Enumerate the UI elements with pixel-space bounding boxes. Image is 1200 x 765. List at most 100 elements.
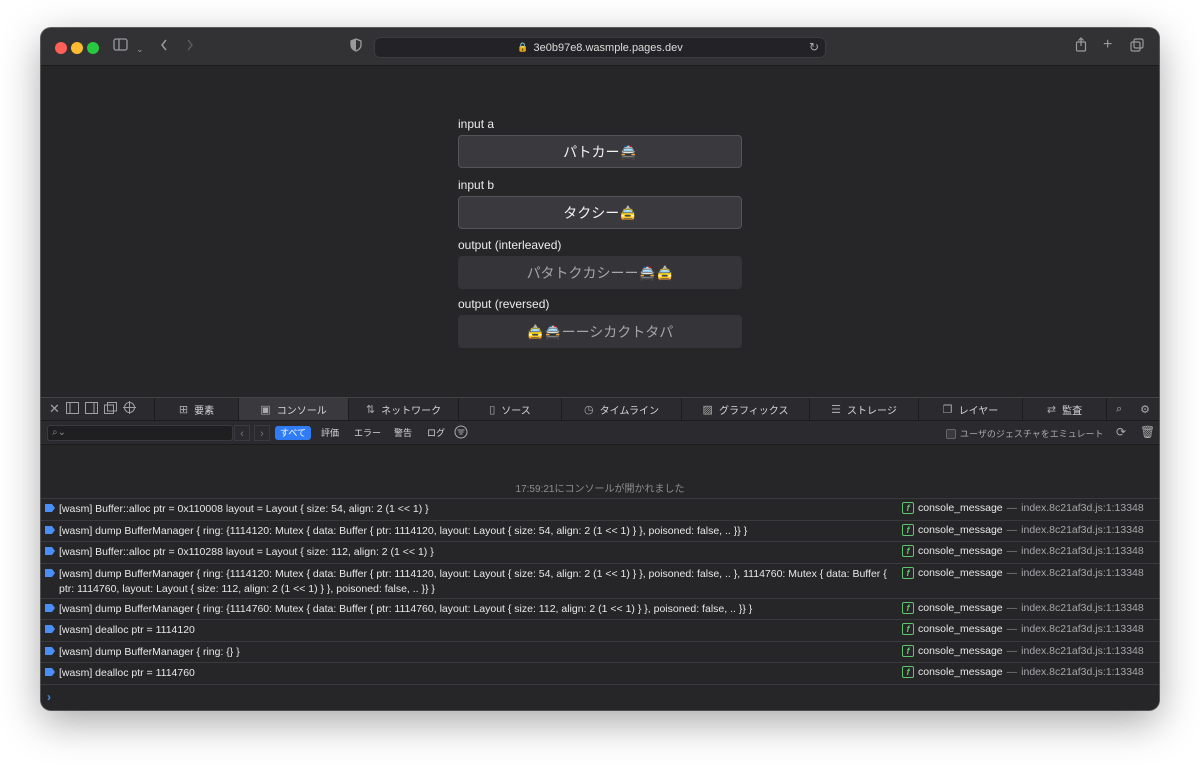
chevron-right-icon[interactable] [185,37,195,57]
title-bar: ⌄ 🔒 3e0b97e8.wasmple.pages.dev ↻ + [41,28,1159,66]
chevron-left-icon[interactable]: ‹ [234,425,250,441]
source-location-link[interactable]: index.8c21af3d.js:1:13348 [1021,545,1144,557]
console-message-source[interactable]: f console_message — index.8c21af3d.js:1:133… [902,502,1144,514]
tab-network[interactable]: ⇅ ネットワーク [349,398,459,420]
tab-sources[interactable]: ▯ ソース [459,398,562,420]
function-icon: f [902,602,914,614]
storage-icon: ☰ [831,403,842,416]
plus-icon[interactable]: + [1103,35,1112,55]
network-icon: ⇅ [365,403,376,416]
devtools-right-icons: ⌕ ⚙ [1107,398,1159,420]
console-filter-input[interactable]: ⌕⌄ [47,425,233,441]
search-icon[interactable]: ⌕ [1116,403,1122,416]
tab-overview-icon[interactable] [1130,37,1144,57]
tab-layers[interactable]: ❐ レイヤー [919,398,1023,420]
source-location-link[interactable]: index.8c21af3d.js:1:13348 [1021,666,1144,678]
level-warning-button[interactable]: 警告 [389,426,417,440]
source-location-link[interactable]: index.8c21af3d.js:1:13348 [1021,645,1144,657]
chevron-left-icon[interactable] [159,37,169,57]
filter-options-icon[interactable] [454,425,468,442]
page-content: input a パトカー🚔 input b タクシー🚖 output (inte… [41,67,1159,397]
output-interleaved-field: パタトクカシーー🚔🚖 [458,256,742,289]
share-icon[interactable] [1075,37,1087,57]
console-divider [41,684,1159,685]
source-name: console_message [918,545,1003,557]
emulate-gesture-label: ユーザのジェスチャをエミュレート [960,429,1104,439]
input-a-field[interactable]: パトカー🚔 [458,135,742,168]
lock-icon: 🔒 [517,42,529,52]
level-log-button[interactable]: ログ [422,426,450,440]
console-message: [wasm] dump BufferManager { ring: {11141… [41,520,1159,541]
shield-icon[interactable] [350,37,362,57]
dock-left-icon[interactable] [65,401,79,417]
console-message-text: [wasm] Buffer::alloc ptr = 0x110288 layo… [59,546,434,558]
graphics-icon: ▨ [702,403,713,416]
source-name: console_message [918,602,1003,614]
tab-console[interactable]: ▣ コンソール [239,398,349,420]
zoom-window-button[interactable] [87,42,99,54]
source-location-link[interactable]: index.8c21af3d.js:1:13348 [1021,524,1144,536]
source-location-link[interactable]: index.8c21af3d.js:1:13348 [1021,502,1144,514]
chevron-down-icon[interactable]: ⌄ [136,39,144,59]
console-message: [wasm] dealloc ptr = 1114120 f console_me… [41,619,1159,641]
tab-layers-label: レイヤー [958,405,999,417]
level-evaluation-button[interactable]: 評価 [316,426,344,440]
log-arrow-icon [45,668,55,676]
function-icon: f [902,545,914,557]
console-prompt-input[interactable]: › [47,690,51,704]
console-message-source[interactable]: f console_message — index.8c21af3d.js:1:133… [902,545,1144,557]
tab-timeline[interactable]: ◷ タイムライン [562,398,682,420]
close-window-button[interactable] [55,42,67,54]
log-arrow-icon [45,569,55,577]
console-message-source[interactable]: f console_message — index.8c21af3d.js:1:133… [902,666,1144,678]
level-all-button[interactable]: すべて [275,426,312,440]
inspect-target-icon[interactable] [122,401,136,417]
source-location-link[interactable]: index.8c21af3d.js:1:13348 [1021,602,1144,614]
console-message-text: [wasm] dump BufferManager { ring: {} } [59,646,240,658]
log-arrow-icon [45,504,55,512]
sidebar-icon[interactable] [113,37,129,57]
emulate-gesture-toggle[interactable]: ユーザのジェスチャをエミュレート [946,427,1104,440]
level-error-button[interactable]: エラー [349,426,386,440]
address-bar[interactable]: 🔒 3e0b97e8.wasmple.pages.dev ↻ [374,37,826,58]
output-reversed-field: 🚖🚔ーーシカクトタパ [458,315,742,348]
preserve-log-icon[interactable]: ⟳ [1116,425,1126,439]
console-message-source[interactable]: f console_message — index.8c21af3d.js:1:133… [902,567,1144,579]
undock-icon[interactable] [103,401,117,417]
input-b-label: input b [458,178,495,192]
tab-storage-label: ストレージ [847,405,897,417]
emulate-gesture-checkbox[interactable] [946,428,956,439]
source-name: console_message [918,666,1003,678]
tab-storage[interactable]: ☰ ストレージ [810,398,919,420]
output-interleaved-label: output (interleaved) [458,238,562,252]
console-message-source[interactable]: f console_message — index.8c21af3d.js:1:133… [902,602,1144,614]
output-reversed-label: output (reversed) [458,297,550,311]
minimize-window-button[interactable] [71,42,83,54]
chevron-right-icon[interactable]: › [254,425,270,441]
filter-search-icon: ⌕⌄ [52,427,66,438]
trash-icon[interactable]: 🗑 [1140,425,1155,439]
console-message-source[interactable]: f console_message — index.8c21af3d.js:1:133… [902,645,1144,657]
close-icon[interactable]: ✕ [49,401,60,417]
tab-graphics[interactable]: ▨ グラフィックス [682,398,810,420]
console-message-source[interactable]: f console_message — index.8c21af3d.js:1:133… [902,623,1144,635]
tab-audit[interactable]: ⇄ 監査 [1023,398,1107,420]
console-message-text: [wasm] dealloc ptr = 1114120 [59,624,195,636]
log-arrow-icon [45,647,55,655]
console-message: [wasm] dump BufferManager { ring: {11147… [41,598,1159,619]
source-location-link[interactable]: index.8c21af3d.js:1:13348 [1021,623,1144,635]
tab-elements[interactable]: ⊞ 要素 [155,398,239,420]
function-icon: f [902,524,914,536]
reload-icon[interactable]: ↻ [809,40,819,54]
gear-icon[interactable]: ⚙ [1140,403,1150,416]
console-message-source[interactable]: f console_message — index.8c21af3d.js:1:133… [902,524,1144,536]
console-message-text: [wasm] dump BufferManager { ring: {11141… [59,568,887,595]
dock-right-icon[interactable] [84,401,98,417]
console-panel: 17:59:21にコンソールが開かれました [wasm] Buffer::all… [41,446,1159,710]
console-message: [wasm] dump BufferManager { ring: {} } f… [41,641,1159,662]
browser-window: ⌄ 🔒 3e0b97e8.wasmple.pages.dev ↻ + input… [41,28,1159,710]
console-message-text: [wasm] dump BufferManager { ring: {11147… [59,603,753,615]
input-b-field[interactable]: タクシー🚖 [458,196,742,229]
input-a-label: input a [458,117,495,131]
source-location-link[interactable]: index.8c21af3d.js:1:13348 [1021,567,1144,579]
